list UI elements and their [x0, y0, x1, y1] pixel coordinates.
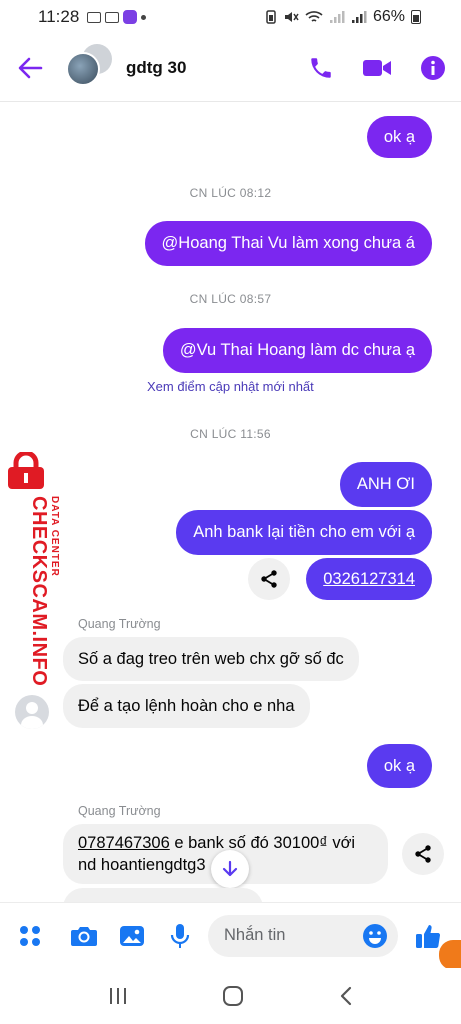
status-right: 66%	[265, 8, 421, 26]
battery-percent: 66%	[372, 8, 405, 25]
incoming-message-partial[interactable]	[63, 888, 263, 902]
scroll-to-bottom-button[interactable]	[211, 850, 249, 888]
app-notification-icon	[123, 10, 138, 24]
share-icon	[261, 570, 277, 588]
lock-icon	[8, 452, 44, 489]
back-arrow-icon	[18, 57, 43, 78]
outgoing-message[interactable]: @Vu Thai Hoang làm dc chưa ạ	[162, 328, 432, 373]
arrow-down-icon	[222, 860, 238, 877]
group-avatar[interactable]	[66, 43, 114, 92]
info-button[interactable]	[405, 34, 461, 102]
message-list[interactable]: ok ạ CN LÚC 08:12 @Hoang Thai Vu làm xon…	[0, 102, 461, 902]
microphone-icon	[170, 923, 190, 948]
cast-icon	[87, 11, 102, 23]
info-icon	[421, 55, 445, 80]
sender-name: Quang Trường	[78, 617, 161, 631]
battery-saver-icon	[266, 10, 276, 24]
share-button[interactable]	[402, 833, 444, 875]
wifi-icon	[305, 11, 323, 22]
more-actions-button[interactable]	[0, 903, 60, 969]
image-icon	[120, 925, 144, 946]
signal-icon	[329, 11, 345, 23]
video-call-button[interactable]	[349, 34, 405, 102]
notification-icons	[87, 10, 147, 24]
back-nav-icon[interactable]	[338, 985, 354, 1007]
avatar	[66, 51, 100, 86]
timestamp: CN LÚC 08:57	[189, 292, 272, 306]
battery-icon	[411, 10, 421, 24]
incoming-message[interactable]: Số a đag treo trên web chx gỡ số đc	[63, 637, 359, 681]
see-latest-update-link[interactable]: Xem điểm cập nhật mới nhất	[147, 379, 314, 394]
video-camera-icon	[363, 59, 391, 76]
message-input-placeholder: Nhắn tin	[224, 926, 286, 944]
outgoing-message[interactable]: ok ạ	[366, 744, 432, 788]
camera-button[interactable]	[60, 903, 108, 969]
message-text: e bank số đó 30100₫ với	[169, 834, 356, 852]
recent-apps-icon[interactable]	[107, 986, 129, 1006]
message-input[interactable]: Nhắn tin	[208, 914, 398, 957]
timestamp: CN LÚC 11:56	[190, 427, 271, 441]
status-left: 11:28	[38, 7, 147, 27]
system-navigation-bar	[0, 968, 461, 1024]
gallery-button[interactable]	[108, 903, 156, 969]
outgoing-message[interactable]: ANH ƠI	[339, 462, 432, 507]
message-composer: Nhắn tin	[0, 902, 461, 968]
outgoing-message[interactable]: 0326127314	[306, 558, 432, 600]
contact-name[interactable]: gdtg 30	[126, 58, 293, 78]
phone-number-link[interactable]: 0787467306	[78, 834, 170, 852]
cast-icon	[105, 11, 120, 23]
voice-record-button[interactable]	[156, 903, 204, 969]
thumbs-up-icon	[416, 924, 441, 948]
conversation-header: gdtg 30	[0, 34, 461, 102]
floating-bubble-icon[interactable]	[439, 940, 461, 970]
outgoing-message[interactable]: @Hoang Thai Vu làm xong chưa á	[144, 221, 432, 266]
status-time: 11:28	[38, 7, 80, 26]
phone-icon	[311, 57, 331, 78]
avatar[interactable]	[15, 695, 49, 729]
outgoing-message[interactable]: Anh bank lại tiền cho em với ạ	[176, 510, 432, 555]
watermark: DATA CENTER CHECKSCAM.INFO	[2, 452, 60, 686]
outgoing-message[interactable]: ok ạ	[366, 116, 432, 158]
grid-icon	[20, 925, 40, 946]
back-button[interactable]	[0, 34, 60, 102]
incoming-message[interactable]: Để a tạo lệnh hoàn cho e nha	[63, 684, 310, 728]
watermark-subtitle: DATA CENTER	[49, 496, 60, 577]
mute-icon	[284, 12, 299, 22]
emoji-icon[interactable]	[362, 923, 388, 949]
more-notifications-icon	[141, 14, 147, 20]
watermark-title: CHECKSCAM.INFO	[28, 496, 50, 687]
voice-call-button[interactable]	[293, 34, 349, 102]
message-line: 0787467306 e bank số đó 30100₫ với	[78, 832, 355, 854]
signal-icon	[351, 11, 367, 23]
status-bar: 11:28 66%	[0, 0, 461, 34]
home-icon[interactable]	[222, 985, 244, 1007]
sender-name: Quang Trường	[78, 804, 161, 818]
camera-icon	[71, 926, 97, 946]
phone-number-link[interactable]: 0326127314	[323, 570, 415, 589]
message-text: nd hoantiengdtg3	[78, 856, 206, 874]
share-button[interactable]	[248, 558, 290, 600]
timestamp: CN LÚC 08:12	[189, 186, 272, 200]
share-icon	[415, 845, 431, 863]
